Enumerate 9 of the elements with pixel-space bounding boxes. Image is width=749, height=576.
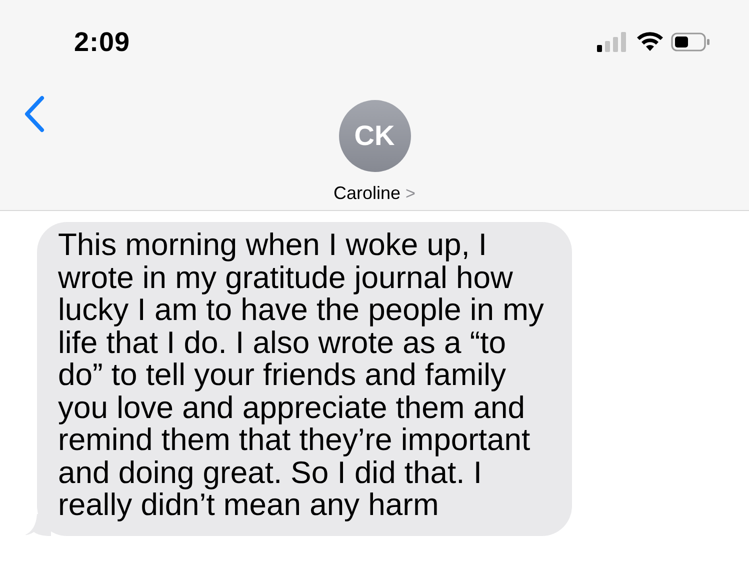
status-time: 2:09 bbox=[74, 26, 130, 58]
contact-avatar[interactable]: CK bbox=[338, 100, 410, 172]
wifi-icon bbox=[637, 32, 663, 52]
back-icon[interactable] bbox=[22, 95, 46, 133]
signal-icon bbox=[597, 32, 629, 52]
contact-name[interactable]: Caroline bbox=[334, 183, 401, 204]
chevron-icon[interactable]: > bbox=[406, 184, 416, 204]
message-bubble: This morning when I woke up, I wrote in my gratitude journal how lucky I am to have the people in my life that I do. I also wrote as a “to do” to tell your friends and family you love and appreciate them and remind them that they’re important and doing great. So I did that. I really didn’t mean any harm bbox=[37, 222, 572, 536]
battery-icon bbox=[671, 32, 711, 52]
